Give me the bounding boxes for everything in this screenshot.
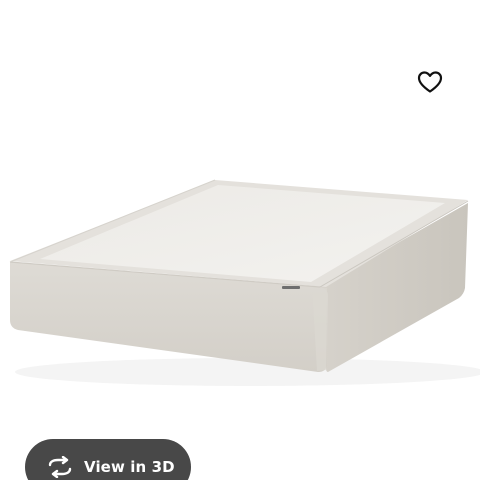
rotate-3d-icon	[45, 455, 75, 479]
top-page-indicator	[270, 0, 310, 3]
product-image-viewer: View in 3D	[0, 0, 480, 480]
product-image	[9, 179, 480, 386]
favorite-button[interactable]	[412, 64, 448, 100]
view-in-3d-label: View in 3D	[84, 458, 175, 476]
heart-outline-icon	[417, 71, 443, 93]
view-in-3d-button[interactable]: View in 3D	[25, 439, 191, 480]
